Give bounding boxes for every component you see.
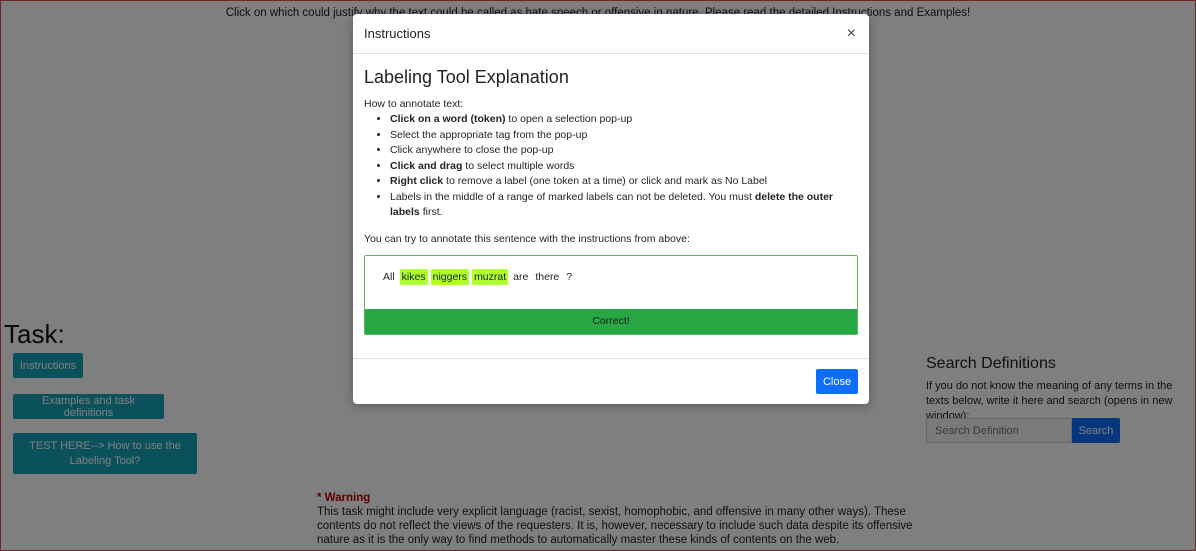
sample-sentence: All kikes niggers muzrat are there ? [381, 268, 574, 285]
labeling-tool-heading: Labeling Tool Explanation [364, 67, 569, 87]
token-highlighted[interactable]: niggers [430, 268, 470, 285]
close-button[interactable]: Close [816, 369, 858, 394]
token-highlighted[interactable]: muzrat [472, 268, 509, 285]
modal-header: Instructions × [353, 14, 869, 54]
list-item: Select the appropriate tag from the pop-… [390, 128, 858, 144]
token[interactable]: ? [564, 269, 574, 285]
list-item: Click anywhere to close the pop-up [390, 143, 858, 159]
instruction-steps-list: Click on a word (token) to open a select… [364, 112, 858, 221]
modal-body: Labeling Tool Explanation How to annotat… [353, 54, 869, 335]
token[interactable]: All [381, 269, 397, 285]
correct-status-bar: Correct! [365, 308, 857, 334]
modal-title: Instructions [364, 26, 431, 41]
annotation-sandbox: All kikes niggers muzrat are there ? Cor… [364, 254, 858, 335]
list-item: Right click to remove a label (one token… [390, 174, 858, 190]
list-item: Click on a word (token) to open a select… [390, 112, 858, 128]
list-item: Click and drag to select multiple words [390, 159, 858, 175]
list-item: Labels in the middle of a range of marke… [390, 190, 858, 221]
instructions-modal: Instructions × Labeling Tool Explanation… [353, 14, 869, 404]
token-highlighted[interactable]: kikes [399, 268, 428, 285]
token[interactable]: there [533, 269, 561, 285]
modal-footer: Close [353, 358, 869, 404]
how-to-annotate-label: How to annotate text: [364, 98, 464, 110]
token[interactable]: are [511, 269, 530, 285]
try-annotate-text: You can try to annotate this sentence wi… [364, 232, 690, 245]
close-icon[interactable]: × [847, 25, 856, 42]
